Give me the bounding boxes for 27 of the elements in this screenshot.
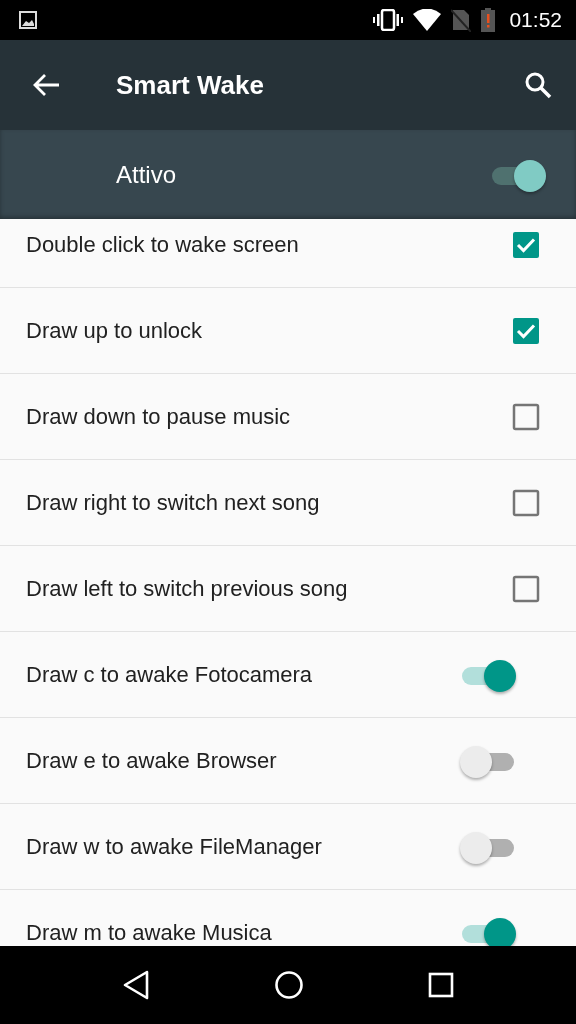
battery-icon [481, 8, 496, 32]
no-sim-icon [451, 8, 472, 32]
setting-label: Draw up to unlock [26, 317, 204, 344]
image-icon [18, 10, 38, 30]
checkbox[interactable] [512, 402, 540, 431]
recents-icon[interactable] [428, 972, 454, 998]
clock-time: 01:52 [509, 8, 562, 32]
setting-label: Draw right to switch next song [26, 489, 321, 516]
checkbox[interactable] [512, 574, 540, 603]
setting-label: Double click to wake screen [26, 231, 300, 258]
screen-title: Smart Wake [116, 69, 265, 101]
setting-label: Draw c to awake Fotocamera [26, 661, 314, 688]
setting-label: Draw down to pause music [26, 403, 292, 430]
setting-label: Draw e to awake Browser [26, 747, 278, 774]
checkbox[interactable] [512, 230, 540, 259]
master-switch-label: Attivo [116, 160, 178, 189]
setting-label: Draw m to awake Musica [26, 919, 273, 946]
back-arrow-icon[interactable] [32, 73, 60, 97]
vibrate-icon [373, 9, 404, 31]
home-icon[interactable] [274, 970, 304, 1000]
setting-label: Draw left to switch previous song [26, 575, 349, 602]
back-icon[interactable] [122, 970, 150, 1000]
setting-label: Draw w to awake FileManager [26, 833, 323, 860]
checkbox[interactable] [512, 488, 540, 517]
wifi-icon [413, 9, 442, 31]
checkbox[interactable] [512, 316, 540, 345]
search-icon[interactable] [524, 71, 552, 99]
